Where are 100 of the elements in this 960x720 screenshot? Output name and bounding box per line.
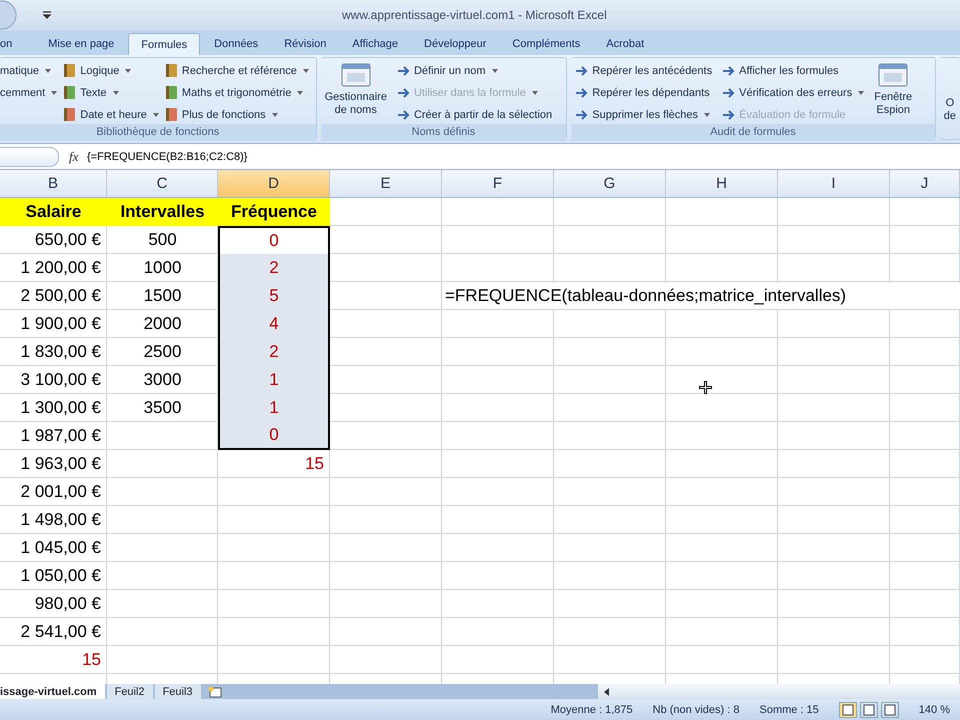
- table-cell-text: 650,00 €: [34, 229, 102, 251]
- ribbon-button[interactable]: matique: [0, 61, 58, 80]
- zoom-level[interactable]: 140 %: [918, 704, 950, 716]
- ribbon-large-button[interactable]: Gestionnaire de noms: [324, 61, 387, 117]
- scroll-left-icon[interactable]: [602, 686, 612, 696]
- group-label: Bibliothèque de fonctions: [0, 124, 316, 141]
- arrow-icon: [722, 64, 736, 78]
- cursor-icon: [699, 381, 712, 394]
- arrow-icon: [575, 86, 590, 100]
- formula-field[interactable]: {=FREQUENCE(B2:B16;C2:C8)}: [85, 150, 248, 162]
- ribbon-tab[interactable]: Acrobat: [594, 33, 656, 55]
- table-cell: Salaire: [0, 198, 107, 226]
- ribbon-button[interactable]: Repérer les dépendants: [575, 83, 712, 102]
- column-header[interactable]: I: [778, 170, 890, 197]
- ribbon-large-button[interactable]: Fenêtre Espion: [874, 61, 912, 117]
- status-text: Moyenne : 1,875: [550, 704, 633, 716]
- ribbon-tab[interactable]: Mise en page: [36, 33, 126, 55]
- ribbon-tab[interactable]: Données: [202, 33, 270, 55]
- caret-icon: [45, 68, 52, 72]
- ribbon-button[interactable]: Définir un nom: [396, 61, 552, 80]
- ribbon-button[interactable]: Repérer les antécédents: [575, 61, 712, 80]
- caret-icon: [152, 112, 159, 116]
- column-header[interactable]: F: [442, 170, 554, 197]
- window-title: www.apprentissage-virtuel.com1 - Microsoft Excel: [342, 8, 607, 22]
- ribbon-tab[interactable]: Formules: [128, 33, 200, 55]
- ribbon-button[interactable]: Supprimer les flèches: [575, 105, 712, 124]
- group-label: Audit de formules: [571, 124, 935, 141]
- book-icon: [63, 85, 78, 100]
- ribbon-large-button[interactable]: O de: [944, 61, 956, 123]
- ribbon-tab[interactable]: on: [0, 33, 34, 55]
- table-cell: Fréquence: [218, 198, 330, 226]
- table-cell-text: 1 200,00 €: [20, 257, 102, 279]
- column-header[interactable]: D: [218, 170, 330, 197]
- ribbon-button[interactable]: Créer à partir de la sélection: [396, 105, 552, 124]
- caret-icon: [302, 68, 309, 72]
- arrow-icon: [575, 64, 590, 78]
- table-cell-text: 3000: [142, 369, 182, 391]
- column-header[interactable]: G: [554, 170, 666, 197]
- table-cell: 0: [218, 422, 330, 450]
- book-icon: [63, 107, 78, 122]
- column-header[interactable]: B: [0, 170, 107, 197]
- status-text: Nb (non vides) : 8: [652, 704, 740, 716]
- table-cell-text: 3500: [142, 397, 182, 419]
- table-cell: 2: [218, 254, 330, 282]
- table-cell-text: 3 100,00 €: [20, 369, 102, 391]
- caret-icon: [532, 90, 538, 94]
- table-cell-text: 1 498,00 €: [20, 509, 102, 531]
- table-cell-text: 1 050,00 €: [20, 565, 102, 587]
- table-cell: 1: [218, 366, 330, 394]
- new-sheet-icon[interactable]: [206, 686, 223, 698]
- ribbon-button[interactable]: cemment: [0, 83, 58, 102]
- ribbon-button[interactable]: Logique: [63, 61, 159, 80]
- table-cell-text: 980,00 €: [34, 593, 102, 615]
- arrow-icon: [722, 108, 736, 122]
- ribbon-button[interactable]: Afficher les formules: [722, 61, 864, 80]
- ribbon-button[interactable]: Vérification des erreurs: [722, 83, 864, 102]
- ribbon-button[interactable]: Date et heure: [63, 105, 159, 124]
- status-text: Somme : 15: [759, 704, 819, 716]
- table-cell-text: 15: [81, 649, 102, 671]
- table-cell-text: 1 300,00 €: [20, 397, 102, 419]
- ribbon-button[interactable]: Maths et trigonométrie: [164, 83, 309, 102]
- group-label: Noms définis: [320, 124, 566, 141]
- table-cell: 4: [218, 310, 330, 338]
- view-button[interactable]: [880, 702, 899, 718]
- caret-icon: [492, 68, 498, 72]
- ribbon-tab[interactable]: Développeur: [412, 33, 498, 55]
- caret-icon: [858, 90, 864, 94]
- column-header[interactable]: H: [666, 170, 778, 197]
- caret-icon: [51, 90, 58, 94]
- ribbon-tab[interactable]: Compléments: [500, 33, 592, 55]
- column-header[interactable]: E: [330, 170, 442, 197]
- sheet-tab[interactable]: Feuil2: [106, 684, 153, 699]
- arrow-icon: [396, 64, 411, 78]
- table-cell-text: 2 541,00 €: [20, 621, 102, 643]
- ribbon-tab[interactable]: Affichage: [340, 33, 410, 55]
- ribbon-button[interactable]: Recherche et référence: [164, 61, 309, 80]
- caret-icon: [112, 90, 119, 94]
- table-cell-text: 500: [147, 229, 178, 251]
- view-button[interactable]: [838, 702, 857, 718]
- insert-function-button[interactable]: fx: [69, 148, 85, 164]
- book-icon: [164, 85, 179, 100]
- sheet-tab[interactable]: Feuil3: [154, 684, 201, 699]
- sheet-tab[interactable]: issage-virtuel.com: [0, 684, 105, 699]
- ribbon-button[interactable]: Plus de fonctions: [164, 105, 309, 124]
- table-cell-text: 1 963,00 €: [20, 453, 102, 475]
- caret-icon: [125, 68, 132, 72]
- book-icon: [164, 107, 179, 122]
- table-cell: Intervalles: [107, 198, 218, 226]
- table-cell-text: 15: [304, 453, 325, 475]
- ribbon-button[interactable]: Texte: [63, 83, 159, 102]
- table-cell-text: 2500: [142, 341, 182, 363]
- table-cell-text: 1 830,00 €: [20, 341, 102, 363]
- horizontal-scrollbar[interactable]: [598, 684, 960, 699]
- ribbon-tab[interactable]: Révision: [272, 33, 338, 55]
- book-icon: [164, 63, 179, 78]
- table-cell-text: 1 045,00 €: [20, 537, 102, 559]
- view-button[interactable]: [860, 702, 878, 718]
- table-cell-text: 1 987,00 €: [20, 425, 102, 447]
- customize-toolbar-icon[interactable]: [42, 10, 52, 20]
- column-header[interactable]: J: [890, 170, 960, 197]
